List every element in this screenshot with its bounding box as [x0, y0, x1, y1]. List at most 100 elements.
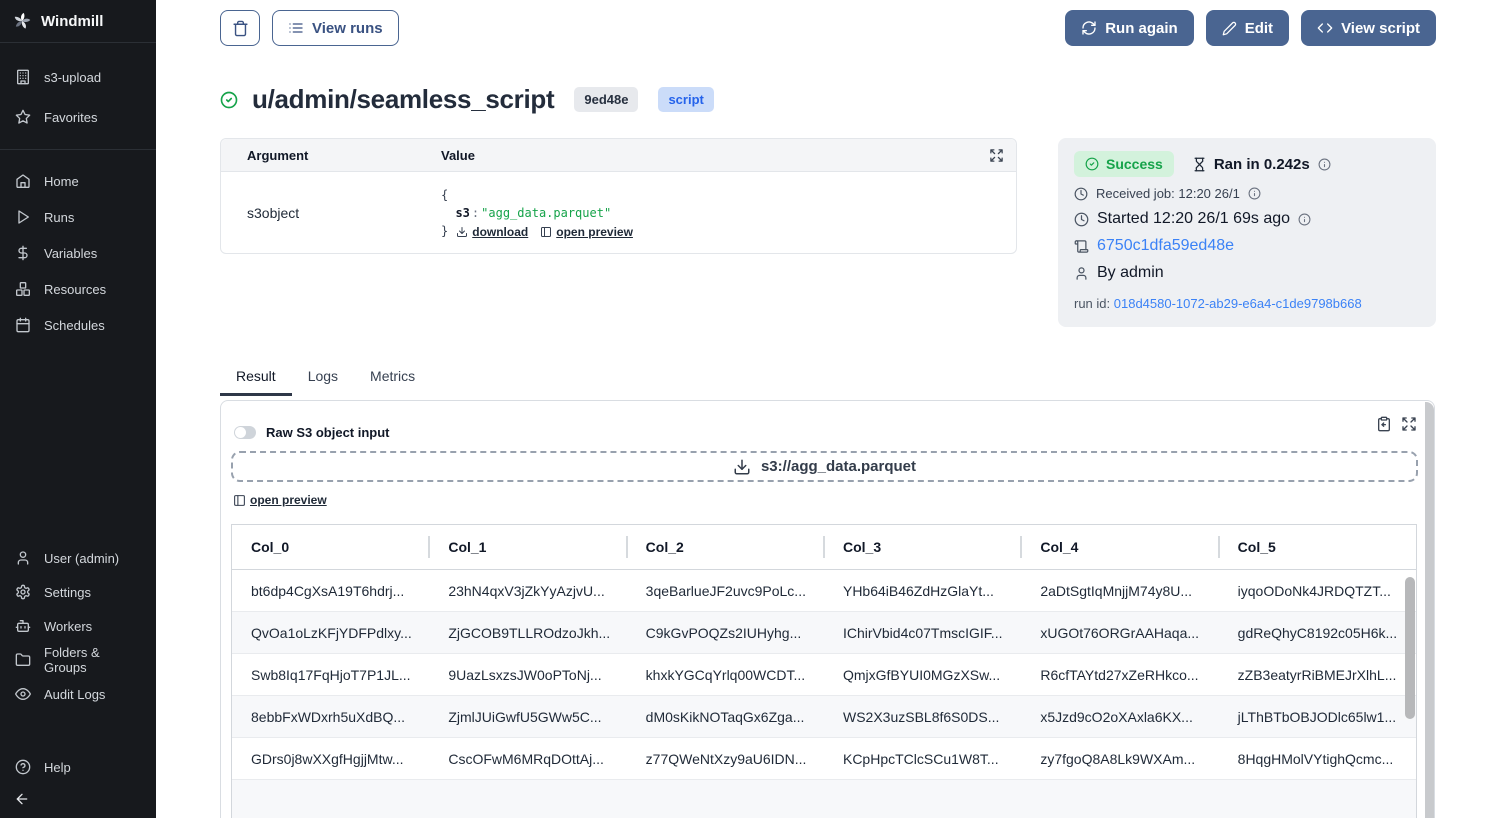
download-icon: [456, 226, 468, 238]
sidebar-item-favorites[interactable]: Favorites: [0, 97, 156, 137]
calendar-icon: [15, 317, 31, 333]
page-title: u/admin/seamless_script: [252, 84, 554, 115]
s3-download-box[interactable]: s3://agg_data.parquet: [231, 451, 1418, 482]
building-icon: [15, 69, 31, 85]
download-link[interactable]: download: [456, 223, 528, 241]
expand-icon[interactable]: [1401, 416, 1417, 432]
table-row: GDrs0j8wXXgfHgjjMtw...CscOFwM6MRqDOttAj.…: [232, 738, 1416, 780]
sidebar-item-label: Audit Logs: [44, 687, 105, 702]
hourglass-icon: [1192, 157, 1207, 172]
argument-column-header: Argument: [221, 148, 441, 163]
sidebar-item-label: Help: [44, 760, 71, 775]
result-data-table: Col_0Col_1Col_2Col_3Col_4Col_5 bt6dp4CgX…: [231, 524, 1417, 818]
pencil-icon: [1222, 21, 1237, 36]
table-row: QvOa1oLzKFjYDFPdlxy...ZjGCOB9TLLROdzoJkh…: [232, 612, 1416, 654]
tab-result[interactable]: Result: [220, 364, 292, 396]
sidebar-item-home[interactable]: Home: [0, 163, 156, 199]
sidebar-item-help[interactable]: Help: [0, 750, 156, 784]
dollar-icon: [15, 245, 31, 261]
s3-file-path: s3://agg_data.parquet: [761, 458, 916, 475]
clock-icon: [1074, 212, 1089, 227]
toolbar: View runs Run again Edit View script: [220, 10, 1436, 46]
table-cell: zZB3eatyrRiBMEJrXlhL...: [1219, 667, 1416, 683]
sidebar-item-label: Resources: [44, 282, 106, 297]
table-cell: zy7fgoQ8A8Lk9WXAm...: [1021, 751, 1218, 767]
result-panel: Raw S3 object input s3://agg_data.parque…: [220, 400, 1435, 818]
expand-icon[interactable]: [989, 148, 1016, 163]
sidebar-item-label: Favorites: [44, 110, 97, 125]
raw-s3-toggle-label: Raw S3 object input: [266, 425, 390, 440]
open-preview-link[interactable]: open preview: [540, 223, 633, 241]
view-script-button[interactable]: View script: [1301, 10, 1436, 46]
sidebar-item-folders-groups[interactable]: Folders & Groups: [0, 643, 156, 677]
run-id-link[interactable]: 018d4580-1072-ab29-e6a4-c1de9798b668: [1114, 296, 1362, 311]
check-circle-icon: [220, 91, 238, 109]
copy-icon[interactable]: [1376, 416, 1392, 432]
sidebar-item-variables[interactable]: Variables: [0, 235, 156, 271]
gear-icon: [15, 584, 31, 600]
table-cell: CscOFwM6MRqDOttAj...: [429, 751, 626, 767]
run-again-label: Run again: [1105, 20, 1178, 37]
started-text: Started 12:20 26/1 69s ago: [1097, 210, 1290, 228]
edit-button[interactable]: Edit: [1206, 10, 1289, 46]
job-id-link[interactable]: 6750c1dfa59ed48e: [1097, 237, 1234, 255]
table-cell: gdReQhyC8192c05H6k...: [1219, 625, 1416, 641]
table-scrollbar-thumb[interactable]: [1405, 577, 1415, 719]
sidebar-item-resources[interactable]: Resources: [0, 271, 156, 307]
commit-hash-badge: 9ed48e: [574, 87, 638, 112]
table-cell: iyqoODoNk4JRDQTZT...: [1219, 583, 1416, 599]
value-column-header: Value: [441, 148, 989, 163]
view-runs-button[interactable]: View runs: [272, 10, 399, 46]
open-preview-link[interactable]: open preview: [233, 493, 327, 507]
collapse-sidebar-button[interactable]: [6, 786, 38, 812]
sidebar-item-runs[interactable]: Runs: [0, 199, 156, 235]
download-icon: [733, 458, 751, 476]
column-header[interactable]: Col_0: [232, 539, 429, 555]
argument-row: s3object { s3:"agg_data.parquet" } downl…: [221, 172, 1016, 253]
sidebar-item-user[interactable]: User (admin): [0, 541, 156, 575]
table-row: 8ebbFxWDxrh5uXdBQ...ZjmlJUiGwfU5GWw5C...…: [232, 696, 1416, 738]
table-row: Swb8Iq17FqHjoT7P1JL...9UazLsxzsJW0oPToNj…: [232, 654, 1416, 696]
arguments-table: Argument Value s3object { s3:"agg_data.p…: [220, 138, 1017, 254]
sidebar-item-s3-upload[interactable]: s3-upload: [0, 57, 156, 97]
table-cell: 9UazLsxzsJW0oPToNj...: [429, 667, 626, 683]
info-icon[interactable]: [1248, 187, 1261, 200]
play-icon: [15, 209, 31, 225]
app-logo[interactable]: Windmill: [0, 0, 156, 42]
info-icon[interactable]: [1318, 158, 1331, 171]
column-header[interactable]: Col_1: [429, 539, 626, 555]
title-bar: u/admin/seamless_script 9ed48e script: [220, 84, 714, 115]
sidebar-item-workers[interactable]: Workers: [0, 609, 156, 643]
table-row: bt6dp4CgXsA19T6hdrj...23hN4qxV3jZkYyAzjv…: [232, 570, 1416, 612]
eye-icon: [15, 686, 31, 702]
column-header[interactable]: Col_2: [627, 539, 824, 555]
sidebar-item-settings[interactable]: Settings: [0, 575, 156, 609]
run-again-button[interactable]: Run again: [1065, 10, 1194, 46]
sidebar-item-schedules[interactable]: Schedules: [0, 307, 156, 343]
column-header[interactable]: Col_4: [1021, 539, 1218, 555]
windmill-logo-icon: [12, 11, 32, 31]
run-id-row: run id: 018d4580-1072-ab29-e6a4-c1de9798…: [1074, 296, 1420, 311]
raw-s3-toggle[interactable]: [234, 426, 256, 439]
table-cell: 8HqgHMolVYtighQcmc...: [1219, 751, 1416, 767]
home-icon: [15, 173, 31, 189]
delete-button[interactable]: [220, 10, 260, 46]
table-cell: GDrs0j8wXXgfHgjjMtw...: [232, 751, 429, 767]
column-header[interactable]: Col_5: [1219, 539, 1416, 555]
table-cell: QmjxGfBYUI0MGzXSw...: [824, 667, 1021, 683]
tab-logs[interactable]: Logs: [292, 364, 354, 396]
panel-scrollbar[interactable]: [1425, 402, 1434, 818]
star-icon: [15, 109, 31, 125]
sidebar-item-audit-logs[interactable]: Audit Logs: [0, 677, 156, 711]
table-cell: QvOa1oLzKFjYDFPdlxy...: [232, 625, 429, 641]
scroll-icon: [1074, 239, 1089, 254]
view-runs-label: View runs: [312, 20, 383, 37]
sidebar-item-label: Home: [44, 174, 79, 189]
column-header[interactable]: Col_3: [824, 539, 1021, 555]
user-icon: [15, 550, 31, 566]
sidebar-divider: [0, 149, 156, 150]
info-icon[interactable]: [1298, 213, 1311, 226]
tab-metrics[interactable]: Metrics: [354, 364, 431, 396]
json-string-value: "agg_data.parquet": [481, 206, 611, 220]
list-icon: [288, 20, 304, 36]
